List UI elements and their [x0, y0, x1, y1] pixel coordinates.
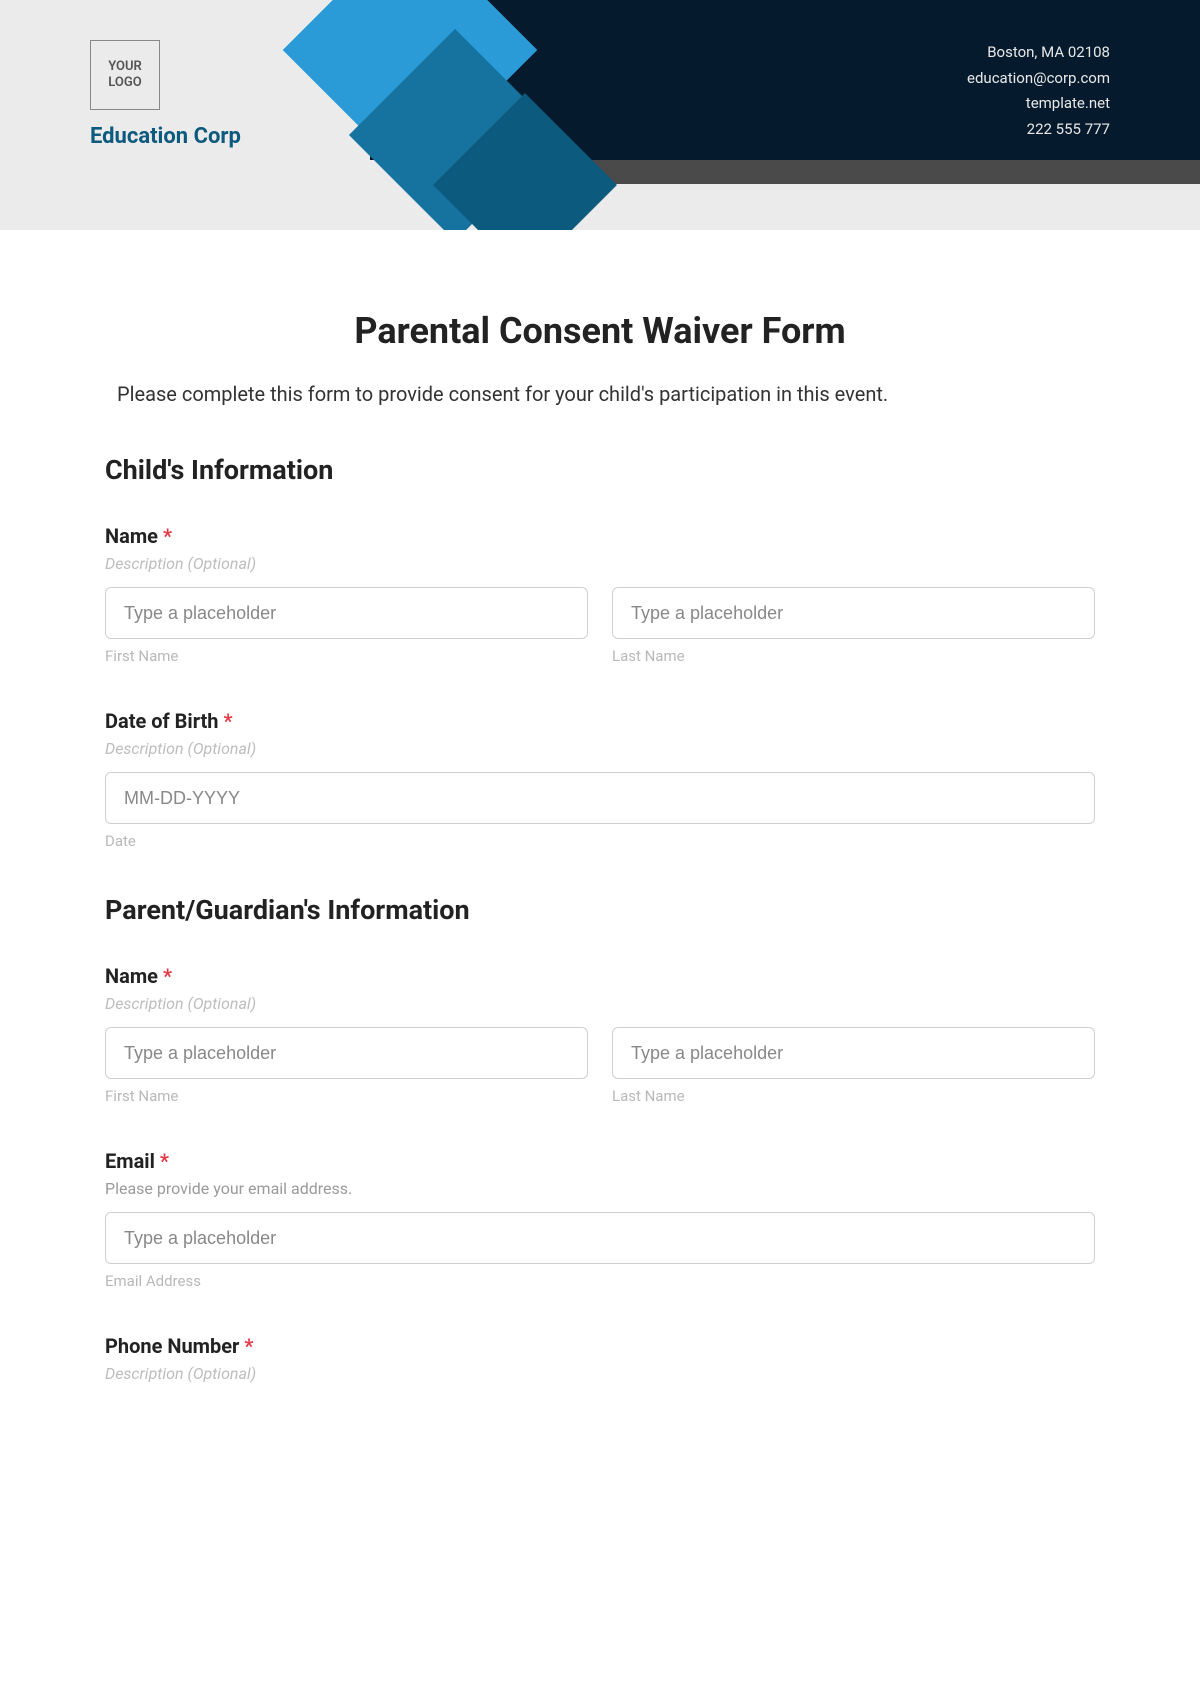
contact-email: education@corp.com — [967, 66, 1110, 92]
logo-block: YOUR LOGO Education Corp — [90, 40, 241, 149]
required-marker: * — [223, 709, 232, 733]
form-intro: Please complete this form to provide con… — [105, 382, 1095, 406]
section-title-child: Child's Information — [105, 454, 1095, 486]
contact-block: Boston, MA 02108 education@corp.com temp… — [967, 40, 1110, 142]
required-marker: * — [163, 524, 172, 548]
sub-label: Last Name — [612, 647, 1095, 665]
label-text: Email — [105, 1149, 155, 1173]
required-marker: * — [160, 1149, 169, 1173]
field-description: Description (Optional) — [105, 739, 1095, 758]
field-parent-email: Email * Please provide your email addres… — [105, 1149, 1095, 1290]
contact-phone: 222 555 777 — [967, 117, 1110, 143]
child-last-name-input[interactable] — [612, 587, 1095, 639]
field-label: Name * — [105, 524, 1095, 548]
company-name: Education Corp — [90, 124, 241, 149]
logo-text: YOUR LOGO — [108, 59, 142, 90]
field-child-name: Name * Description (Optional) First Name… — [105, 524, 1095, 665]
required-marker: * — [163, 964, 172, 988]
sub-label: Date — [105, 832, 1095, 850]
label-text: Date of Birth — [105, 709, 219, 733]
parent-email-input[interactable] — [105, 1212, 1095, 1264]
child-first-name-input[interactable] — [105, 587, 588, 639]
sub-label: Last Name — [612, 1087, 1095, 1105]
field-child-dob: Date of Birth * Description (Optional) D… — [105, 709, 1095, 850]
child-dob-input[interactable] — [105, 772, 1095, 824]
sub-label: First Name — [105, 1087, 588, 1105]
field-label: Name * — [105, 964, 1095, 988]
contact-website: template.net — [967, 91, 1110, 117]
sub-label: First Name — [105, 647, 588, 665]
field-description: Please provide your email address. — [105, 1179, 1095, 1198]
header-banner: YOUR LOGO Education Corp Boston, MA 0210… — [0, 0, 1200, 230]
field-label: Email * — [105, 1149, 1095, 1173]
section-title-parent: Parent/Guardian's Information — [105, 894, 1095, 926]
field-parent-phone: Phone Number * Description (Optional) — [105, 1334, 1095, 1383]
field-description: Description (Optional) — [105, 554, 1095, 573]
field-parent-name: Name * Description (Optional) First Name… — [105, 964, 1095, 1105]
contact-address: Boston, MA 02108 — [967, 40, 1110, 66]
form-title: Parental Consent Waiver Form — [105, 310, 1095, 352]
label-text: Name — [105, 524, 158, 548]
form-content: Parental Consent Waiver Form Please comp… — [0, 230, 1200, 1467]
field-label: Phone Number * — [105, 1334, 1095, 1358]
field-description: Description (Optional) — [105, 1364, 1095, 1383]
parent-first-name-input[interactable] — [105, 1027, 588, 1079]
label-text: Name — [105, 964, 158, 988]
required-marker: * — [244, 1334, 253, 1358]
parent-last-name-input[interactable] — [612, 1027, 1095, 1079]
label-text: Phone Number — [105, 1334, 239, 1358]
field-description: Description (Optional) — [105, 994, 1095, 1013]
field-label: Date of Birth * — [105, 709, 1095, 733]
sub-label: Email Address — [105, 1272, 1095, 1290]
logo-placeholder: YOUR LOGO — [90, 40, 160, 110]
